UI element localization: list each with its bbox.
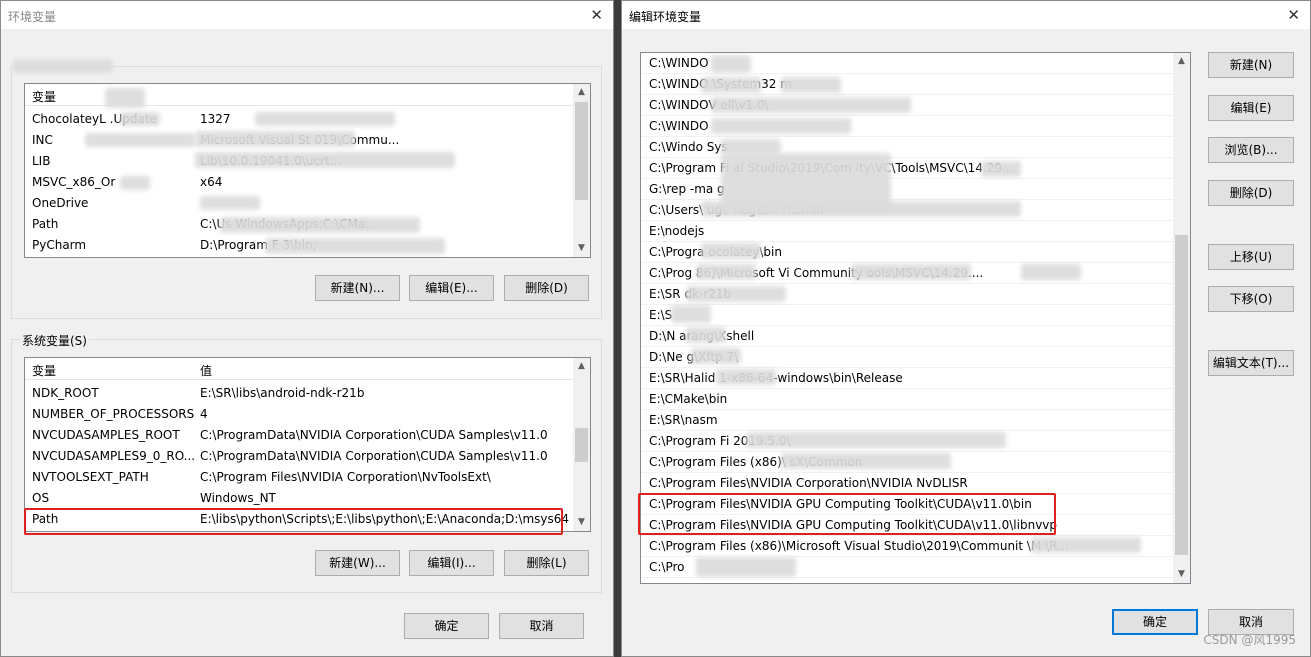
redacted-area — [105, 88, 145, 108]
redacted-area — [1031, 537, 1141, 553]
titlebar: 环境变量 ✕ — [1, 1, 613, 29]
edit-button[interactable]: 编辑(E) — [1208, 95, 1294, 121]
redacted-area — [200, 196, 260, 210]
system-delete-button[interactable]: 删除(L) — [504, 550, 589, 576]
list-header: 变量 值 — [25, 358, 573, 380]
dialog-title: 环境变量 — [8, 10, 57, 24]
new-button[interactable]: 新建(N) — [1208, 52, 1294, 78]
list-item[interactable]: E:\S — [641, 305, 1173, 326]
user-variables-list[interactable]: 变量 ChocolateyL .Update 1327 INC Microsof… — [24, 83, 591, 258]
table-row[interactable]: OS Windows_NT — [25, 488, 573, 509]
redacted-area — [686, 286, 786, 302]
scroll-thumb[interactable] — [575, 428, 588, 462]
user-new-button[interactable]: 新建(N)... — [315, 275, 400, 301]
close-icon[interactable]: ✕ — [1287, 6, 1300, 24]
table-row[interactable]: OneDrive — [25, 193, 573, 214]
scroll-up-icon[interactable]: ▲ — [573, 84, 590, 101]
redacted-area — [686, 327, 726, 343]
table-row[interactable]: NVCUDASAMPLES_ROOT C:\ProgramData\NVIDIA… — [25, 425, 573, 446]
scroll-up-icon[interactable]: ▲ — [573, 358, 590, 375]
redacted-area — [851, 264, 971, 280]
scrollbar[interactable]: ▲ ▼ — [573, 358, 590, 531]
redacted-area — [691, 348, 741, 364]
table-row-path[interactable]: Path E:\libs\python\Scripts\;E:\libs\pyt… — [25, 509, 573, 530]
close-icon[interactable]: ✕ — [590, 6, 603, 24]
redacted-area — [265, 238, 445, 254]
browse-button[interactable]: 浏览(B)... — [1208, 137, 1294, 163]
scroll-down-icon[interactable]: ▼ — [573, 240, 590, 257]
path-entries-list[interactable]: C:\WINDO C:\WINDO \System32 m C:\WINDOV … — [640, 52, 1191, 584]
redacted-area — [696, 557, 796, 577]
redacted-user-group-label — [13, 59, 113, 73]
redacted-area — [671, 305, 711, 323]
scrollbar[interactable]: ▲ ▼ — [573, 84, 590, 257]
ok-button[interactable]: 确定 — [1112, 609, 1198, 635]
redacted-area — [981, 161, 1021, 177]
redacted-area — [701, 201, 1021, 217]
header-variable: 变量 — [32, 90, 57, 104]
redacted-area — [716, 369, 776, 385]
move-down-button[interactable]: 下移(O) — [1208, 286, 1294, 312]
user-edit-button[interactable]: 编辑(E)... — [409, 275, 494, 301]
titlebar: 编辑环境变量 ✕ — [622, 1, 1310, 29]
redacted-area — [711, 97, 911, 113]
edit-env-variable-dialog: 编辑环境变量 ✕ C:\WINDO C:\WINDO \System32 m C… — [621, 0, 1311, 657]
scrollbar[interactable]: ▲ ▼ — [1173, 53, 1190, 583]
redacted-area — [255, 112, 395, 126]
redacted-area — [195, 131, 355, 147]
edit-text-button[interactable]: 编辑文本(T)... — [1208, 350, 1294, 376]
redacted-area — [746, 432, 1006, 448]
redacted-area — [701, 243, 761, 259]
dialog-title: 编辑环境变量 — [629, 10, 702, 24]
redacted-area — [711, 55, 751, 73]
scroll-thumb[interactable] — [1175, 235, 1188, 555]
delete-button[interactable]: 删除(D) — [1208, 180, 1294, 206]
redacted-area — [701, 77, 761, 93]
list-item-cuda-libnvvp[interactable]: C:\Program Files\NVIDIA GPU Computing To… — [641, 515, 1173, 536]
redacted-area — [1021, 264, 1081, 280]
redacted-area — [696, 264, 756, 280]
redacted-area — [85, 133, 195, 147]
table-row[interactable]: MSVC_x86_Or x64 — [25, 172, 573, 193]
scroll-down-icon[interactable]: ▼ — [573, 514, 590, 531]
ok-button[interactable]: 确定 — [404, 613, 489, 639]
list-item-cuda-bin[interactable]: C:\Program Files\NVIDIA GPU Computing To… — [641, 494, 1173, 515]
list-item[interactable]: E:\CMake\bin — [641, 389, 1173, 410]
table-row[interactable]: NUMBER_OF_PROCESSORS 4 — [25, 404, 573, 425]
system-edit-button[interactable]: 编辑(I)... — [409, 550, 494, 576]
table-row[interactable]: NDK_ROOT E:\SR\libs\android-ndk-r21b — [25, 383, 573, 404]
system-new-button[interactable]: 新建(W)... — [315, 550, 400, 576]
header-variable: 变量 — [32, 364, 57, 378]
redacted-area — [220, 217, 420, 233]
system-variables-label: 系统变量(S) — [20, 332, 89, 349]
scroll-thumb[interactable] — [575, 102, 588, 200]
redacted-area — [120, 176, 150, 190]
redacted-area — [781, 453, 951, 469]
redacted-area — [120, 112, 160, 126]
redacted-area — [781, 77, 841, 93]
scroll-up-icon[interactable]: ▲ — [1173, 53, 1190, 70]
list-item[interactable]: E:\SR\nasm — [641, 410, 1173, 431]
scroll-down-icon[interactable]: ▼ — [1173, 566, 1190, 583]
watermark: CSDN @风1995 — [1203, 633, 1296, 647]
table-row[interactable]: NVCUDASAMPLES9_0_RO... C:\ProgramData\NV… — [25, 446, 573, 467]
system-variables-list[interactable]: 变量 值 NDK_ROOT E:\SR\libs\android-ndk-r21… — [24, 357, 591, 532]
list-item[interactable]: E:\nodejs — [641, 221, 1173, 242]
cancel-button[interactable]: 取消 — [499, 613, 584, 639]
redacted-area — [711, 118, 851, 134]
user-delete-button[interactable]: 删除(D) — [504, 275, 589, 301]
list-item[interactable]: C:\Program Files\NVIDIA Corporation\NVID… — [641, 473, 1173, 494]
redacted-area — [195, 152, 455, 168]
table-row[interactable]: NVTOOLSEXT_PATH C:\Program Files\NVIDIA … — [25, 467, 573, 488]
header-value: 值 — [200, 364, 213, 378]
move-up-button[interactable]: 上移(U) — [1208, 244, 1294, 270]
env-variables-dialog: 环境变量 ✕ 变量 ChocolateyL .Update 1327 INC M… — [0, 0, 614, 657]
